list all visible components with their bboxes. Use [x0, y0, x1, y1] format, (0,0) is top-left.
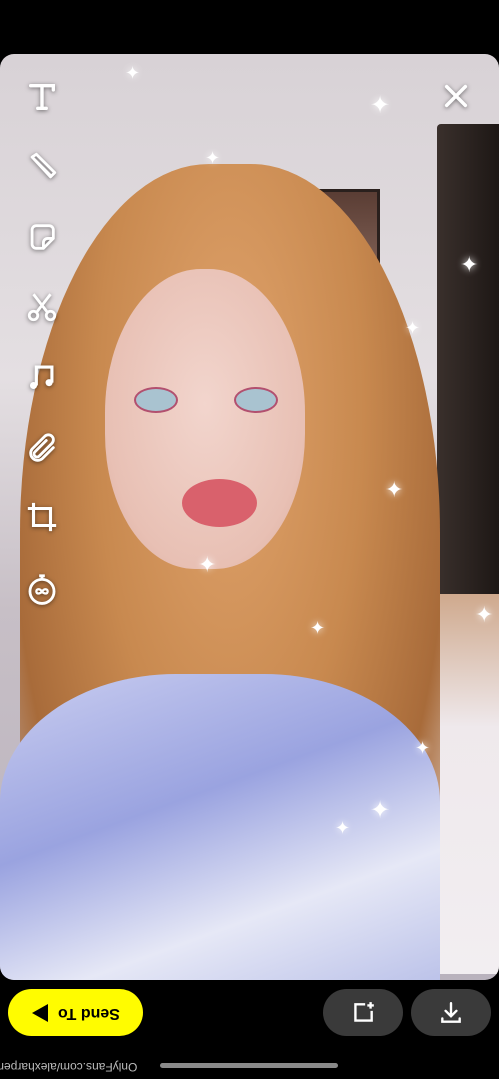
dark-doorway — [437, 124, 499, 654]
sparkle-icon: ✦ — [460, 252, 479, 277]
attachment-tool[interactable] — [22, 429, 62, 469]
sparkle-icon: ✦ — [335, 818, 351, 838]
sparkle-icon: ✦ — [205, 148, 221, 168]
music-tool[interactable] — [22, 357, 62, 397]
scissors-icon — [27, 293, 57, 322]
left-eye — [134, 387, 178, 413]
music-note-icon — [29, 365, 54, 390]
tie-dye-shirt — [0, 674, 440, 980]
add-to-story-button[interactable] — [323, 989, 403, 1036]
download-icon — [441, 1001, 461, 1023]
close-button[interactable] — [438, 78, 474, 114]
lips — [182, 479, 257, 527]
scissors-tool[interactable] — [22, 287, 62, 327]
sticker-tool[interactable] — [22, 217, 62, 257]
sparkle-icon: ✦ — [370, 797, 391, 824]
sticker-icon — [30, 224, 55, 250]
sparkle-icon: ✦ — [475, 602, 494, 627]
sparkle-icon: ✦ — [198, 552, 217, 577]
send-to-button[interactable]: Send To — [8, 989, 143, 1036]
text-tool[interactable] — [22, 77, 62, 117]
timer-tool[interactable] — [22, 570, 62, 610]
right-eye — [234, 387, 278, 413]
crop-tool[interactable] — [22, 497, 62, 537]
sparkle-icon: ✦ — [415, 738, 431, 758]
sparkle-icon: ✦ — [405, 318, 421, 338]
watermark: OnlyFans.com/alexharper — [0, 1060, 138, 1074]
crop-icon — [27, 502, 57, 532]
send-to-label: Send To — [57, 1004, 120, 1022]
sparkle-icon: ✦ — [370, 92, 391, 119]
sparkle-icon: ✦ — [385, 477, 404, 502]
pencil-icon — [30, 152, 57, 179]
close-icon — [444, 84, 468, 108]
save-button[interactable] — [411, 989, 491, 1036]
add-to-story-icon — [354, 1001, 374, 1022]
home-indicator[interactable] — [160, 1063, 338, 1068]
timer-infinity-icon — [28, 574, 56, 605]
sparkle-icon: ✦ — [310, 618, 326, 638]
sparkle-icon: ✦ — [125, 63, 141, 83]
pencil-tool[interactable] — [22, 147, 62, 187]
paperclip-icon — [29, 433, 55, 462]
send-arrow-icon — [31, 1003, 48, 1022]
snap-photo: ✦ ✦ ✦ ✦ ✦ ✦ ✦ ✦ ✦ ✦ ✦ ✦ — [0, 54, 499, 980]
text-icon — [28, 83, 56, 111]
